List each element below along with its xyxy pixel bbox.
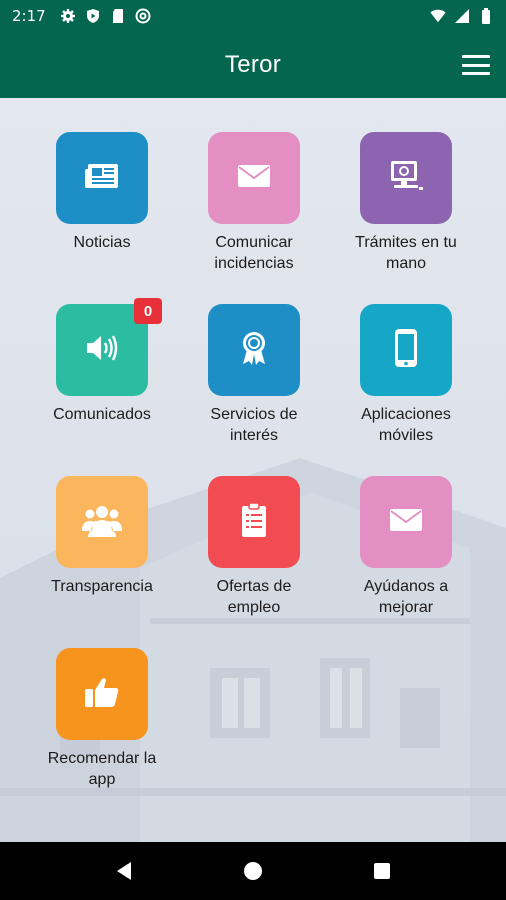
battery-icon: [478, 8, 494, 24]
tile-label: Comunicados: [53, 406, 151, 423]
main-content: Noticias Comunicar incidencias Trámites …: [0, 98, 506, 842]
speaker-icon: [84, 333, 120, 368]
at-sign-icon: [135, 8, 151, 24]
tile-label: Ayúdanos a mejorar: [363, 578, 449, 616]
tile-icon-box: [56, 132, 148, 224]
tile-icon-box: 0: [56, 298, 162, 396]
cellular-signal-icon: [454, 8, 470, 24]
tile-icon-box: [56, 476, 148, 568]
status-icons-left: [60, 8, 151, 24]
recents-square-icon[interactable]: [362, 851, 402, 891]
award-ribbon-icon: [239, 330, 269, 371]
tile-label: Recomendar la app: [47, 750, 157, 788]
envelope-icon: [389, 508, 423, 537]
back-triangle-icon[interactable]: [104, 851, 144, 891]
system-navigation-bar: [0, 842, 506, 900]
status-bar: 2:17: [0, 0, 506, 32]
tile-servicios[interactable]: Servicios de interés: [174, 304, 334, 446]
tile-ofertas[interactable]: Ofertas de empleo: [174, 476, 334, 618]
tile-icon-box: [56, 648, 148, 740]
tile-label: Comunicar incidencias: [214, 234, 294, 272]
tile-icon-box: [208, 132, 300, 224]
tile-label: Trámites en tu mano: [355, 234, 457, 272]
tile-label: Servicios de interés: [210, 406, 298, 444]
newspaper-icon: [84, 161, 120, 196]
tile-icon-box: [208, 476, 300, 568]
tile-label: Transparencia: [51, 578, 153, 595]
app-bar: Teror: [0, 32, 506, 98]
home-circle-icon[interactable]: [233, 851, 273, 891]
play-protect-icon: [85, 8, 101, 24]
tile-aplicaciones[interactable]: Aplicaciones móviles: [326, 304, 486, 446]
status-icons-right: [430, 8, 494, 24]
tile-label: Aplicaciones móviles: [361, 406, 451, 444]
tile-label: Ofertas de empleo: [216, 578, 292, 616]
tile-icon-box: [360, 476, 452, 568]
notification-badge: 0: [134, 298, 162, 324]
tile-icon-box: [360, 132, 452, 224]
tile-icon-box: [208, 304, 300, 396]
tile-icon-box: [360, 304, 452, 396]
wifi-icon: [430, 8, 446, 24]
tile-label: Noticias: [73, 234, 131, 251]
tile-noticias[interactable]: Noticias: [22, 132, 182, 253]
sd-card-icon: [110, 8, 126, 24]
clipboard-icon: [241, 501, 267, 543]
computer-icon: [388, 159, 424, 198]
app-title: Teror: [224, 51, 282, 78]
tile-comunicar-incidencias[interactable]: Comunicar incidencias: [174, 132, 334, 274]
tile-recomendar[interactable]: Recomendar la app: [22, 648, 182, 790]
tile-comunicados[interactable]: 0 Comunicados: [22, 298, 182, 425]
group-people-icon: [80, 503, 124, 542]
hamburger-menu-icon[interactable]: [462, 52, 490, 78]
envelope-icon: [237, 164, 271, 193]
smartphone-icon: [394, 328, 418, 373]
gear-icon: [60, 8, 76, 24]
thumbs-up-icon: [84, 676, 120, 713]
status-time: 2:17: [12, 7, 46, 25]
tile-transparencia[interactable]: Transparencia: [22, 476, 182, 597]
tile-tramites[interactable]: Trámites en tu mano: [326, 132, 486, 274]
tile-ayudanos[interactable]: Ayúdanos a mejorar: [326, 476, 486, 618]
